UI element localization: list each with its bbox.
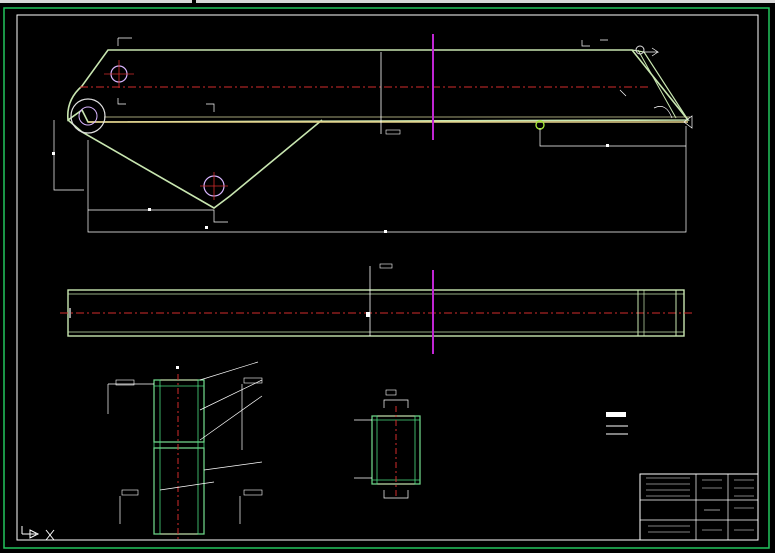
outer-border xyxy=(3,7,770,549)
boom-lower-outline xyxy=(67,119,323,209)
inner-border xyxy=(16,14,759,541)
boom-plan-view xyxy=(60,263,692,354)
angle-dimension xyxy=(653,106,673,119)
drawing-frame xyxy=(3,7,770,549)
cad-canvas[interactable] xyxy=(0,0,775,553)
section-view-a xyxy=(107,361,263,540)
section-view-b xyxy=(354,389,421,499)
overall-length-dimension xyxy=(87,126,687,233)
ucs-axis-icon xyxy=(21,526,55,541)
right-hatched-wall xyxy=(197,379,205,535)
boom-upper-outline xyxy=(66,49,690,123)
left-hatched-wall xyxy=(153,379,161,535)
title-block xyxy=(639,473,759,541)
boom-elevation-view xyxy=(52,34,693,233)
technical-notes xyxy=(606,412,628,435)
root-pin-hole xyxy=(70,98,106,134)
